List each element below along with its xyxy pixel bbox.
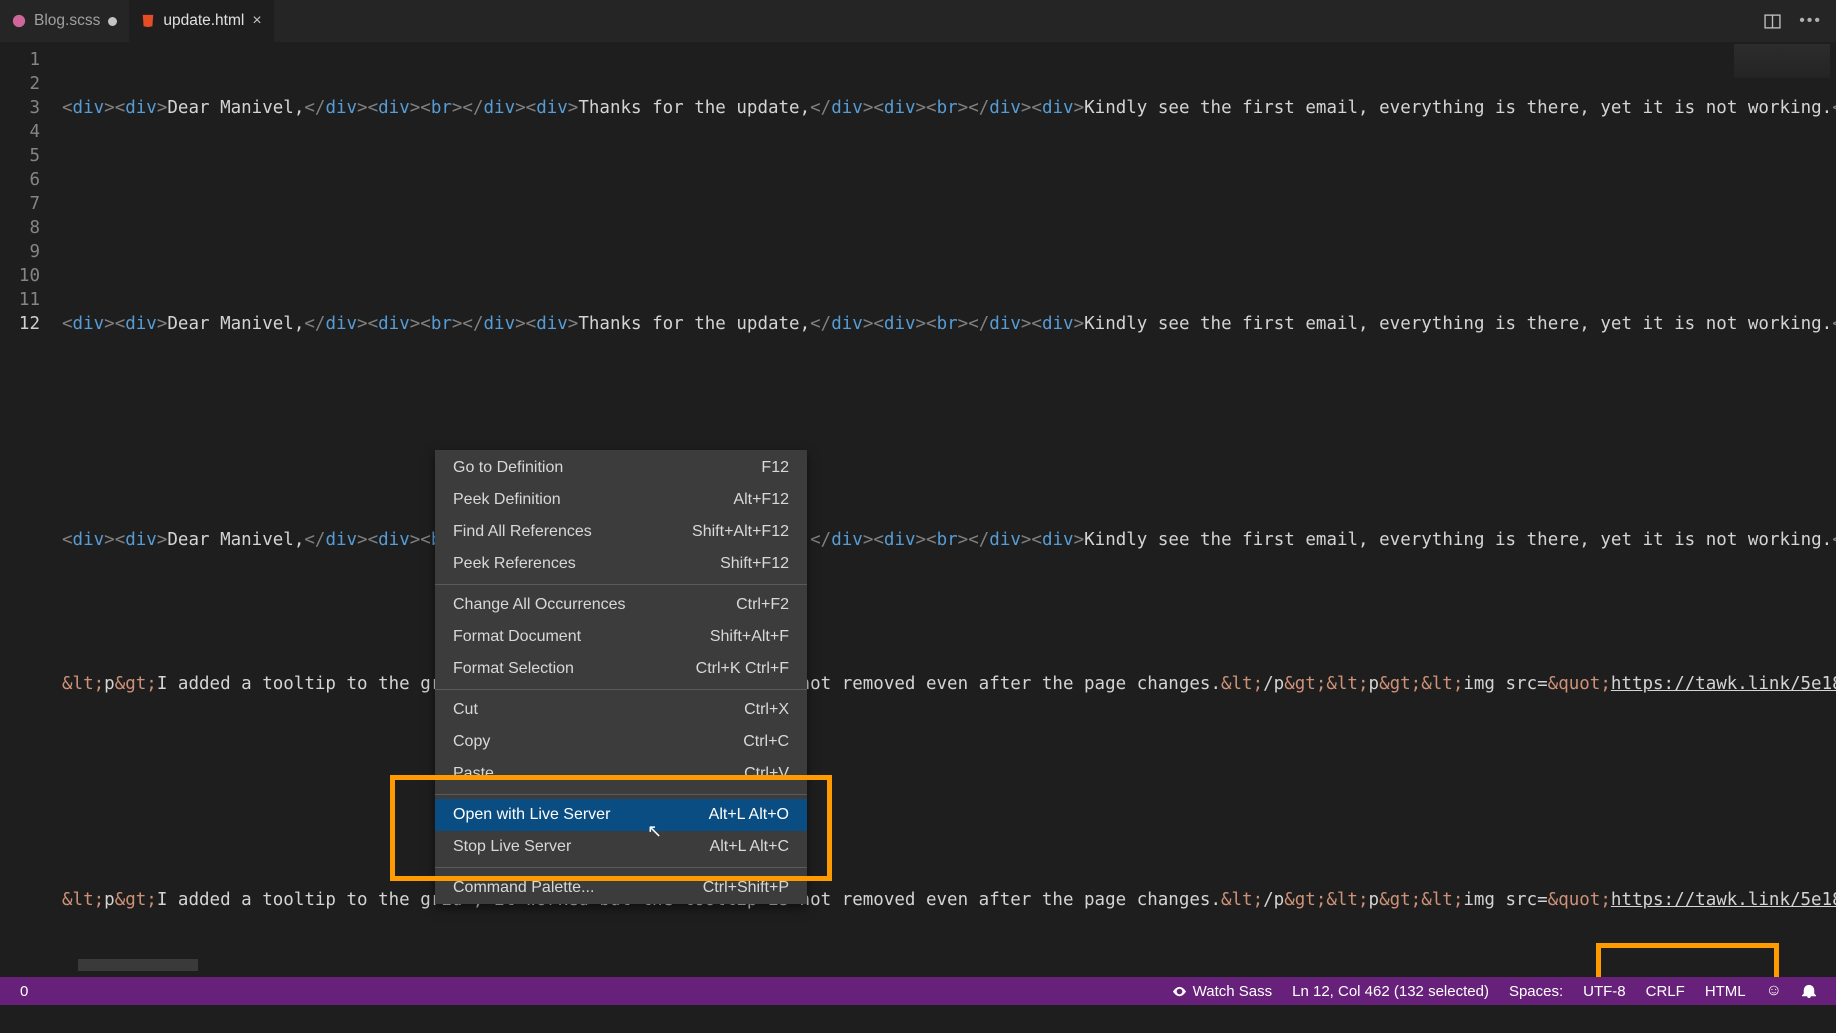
code-line: &lt;p&gt;I added a tooltip to the grid ,…: [62, 888, 1836, 912]
context-menu-item[interactable]: Go to Definition F12: [435, 452, 807, 484]
context-menu-separator: [435, 794, 807, 795]
context-menu-label: Paste: [453, 765, 494, 783]
context-menu-item[interactable]: Peek Definition Alt+F12: [435, 484, 807, 516]
horizontal-scrollbar[interactable]: [78, 959, 198, 971]
more-actions-icon[interactable]: •••: [1799, 12, 1822, 30]
code-editor[interactable]: 123456 789101112 <div><div>Dear Manivel,…: [0, 42, 1836, 1033]
status-eol[interactable]: CRLF: [1636, 983, 1695, 1000]
context-menu-label: Peek Definition: [453, 491, 561, 509]
context-menu-item[interactable]: Open with Live Server Alt+L Alt+O: [435, 799, 807, 831]
code-line: [62, 168, 1836, 192]
editor-actions: •••: [1764, 0, 1836, 42]
status-problems[interactable]: 0: [10, 977, 38, 1005]
status-bar: 0 Watch Sass Ln 12, Col 462 (132 selecte…: [0, 977, 1836, 1005]
context-menu-separator: [435, 689, 807, 690]
code-line: <div><div>Dear Manivel,</div><div><br></…: [62, 312, 1836, 336]
minimap[interactable]: [1734, 44, 1830, 78]
context-menu-shortcut: Alt+L Alt+O: [709, 806, 789, 824]
context-menu-shortcut: Alt+L Alt+C: [710, 838, 789, 856]
status-encoding[interactable]: UTF-8: [1573, 983, 1636, 1000]
context-menu-shortcut: Alt+F12: [733, 491, 789, 509]
code-area[interactable]: <div><div>Dear Manivel,</div><div><br></…: [62, 42, 1836, 1033]
context-menu-shortcut: Shift+Alt+F12: [692, 523, 789, 541]
context-menu-label: Copy: [453, 733, 490, 751]
context-menu-label: Open with Live Server: [453, 806, 610, 824]
status-indentation[interactable]: Spaces:: [1499, 983, 1573, 1000]
context-menu-label: Change All Occurrences: [453, 596, 626, 614]
code-line: &lt;p&gt;I added a tooltip to the grid ,…: [62, 672, 1836, 696]
context-menu-shortcut: Ctrl+V: [744, 765, 789, 783]
context-menu-item[interactable]: Find All References Shift+Alt+F12: [435, 516, 807, 548]
html-file-icon: [141, 14, 155, 28]
sass-file-icon: [12, 14, 26, 28]
context-menu-label: Format Selection: [453, 660, 574, 678]
context-menu-item[interactable]: Peek References Shift+F12: [435, 548, 807, 580]
status-watch-sass[interactable]: Watch Sass: [1162, 983, 1282, 1000]
status-language-mode[interactable]: HTML: [1695, 983, 1756, 1000]
tab-bar: Blog.scss update.html × •••: [0, 0, 1836, 42]
context-menu-shortcut: Shift+Alt+F: [710, 628, 789, 646]
context-menu-separator: [435, 867, 807, 868]
code-line: [62, 816, 1836, 840]
context-menu-label: Find All References: [453, 523, 592, 541]
tab-blog-scss[interactable]: Blog.scss: [0, 0, 129, 42]
context-menu-item[interactable]: Stop Live Server Alt+L Alt+C: [435, 831, 807, 863]
tab-update-html[interactable]: update.html ×: [129, 0, 273, 42]
context-menu-item[interactable]: Copy Ctrl+C: [435, 726, 807, 758]
context-menu-item[interactable]: Change All Occurrences Ctrl+F2: [435, 589, 807, 621]
code-line: [62, 744, 1836, 768]
context-menu-label: Command Palette...: [453, 879, 594, 897]
close-icon[interactable]: ×: [252, 12, 261, 30]
context-menu-item[interactable]: Format Selection Ctrl+K Ctrl+F: [435, 653, 807, 685]
code-line: [62, 384, 1836, 408]
context-menu-item[interactable]: Paste Ctrl+V: [435, 758, 807, 790]
context-menu-shortcut: Ctrl+F2: [736, 596, 789, 614]
context-menu-item[interactable]: Cut Ctrl+X: [435, 694, 807, 726]
context-menu-label: Cut: [453, 701, 478, 719]
context-menu-label: Go to Definition: [453, 459, 563, 477]
context-menu-shortcut: Ctrl+C: [743, 733, 789, 751]
status-cursor-position[interactable]: Ln 12, Col 462 (132 selected): [1282, 983, 1499, 1000]
context-menu: Go to Definition F12 Peek Definition Alt+F1…: [435, 450, 807, 904]
code-line: [62, 600, 1836, 624]
context-menu-shortcut: Ctrl+Shift+P: [703, 879, 789, 897]
context-menu-shortcut: Ctrl+X: [744, 701, 789, 719]
context-menu-separator: [435, 584, 807, 585]
tab-label: update.html: [163, 12, 244, 30]
tab-label: Blog.scss: [34, 12, 100, 30]
notifications-bell-icon[interactable]: [1792, 984, 1826, 998]
feedback-smiley-icon[interactable]: ☺: [1756, 982, 1792, 1000]
context-menu-shortcut: Ctrl+K Ctrl+F: [696, 660, 789, 678]
context-menu-item[interactable]: Format Document Shift+Alt+F: [435, 621, 807, 653]
split-editor-icon[interactable]: [1764, 13, 1781, 30]
context-menu-shortcut: F12: [761, 459, 789, 477]
unsaved-dot-icon: [108, 17, 117, 26]
eye-icon: [1172, 984, 1187, 999]
code-line: [62, 240, 1836, 264]
code-line: <div><div>Dear Manivel,</div><div><br></…: [62, 528, 1836, 552]
code-line: [62, 456, 1836, 480]
context-menu-item[interactable]: Command Palette... Ctrl+Shift+P: [435, 872, 807, 904]
context-menu-label: Format Document: [453, 628, 581, 646]
context-menu-label: Stop Live Server: [453, 838, 571, 856]
context-menu-shortcut: Shift+F12: [720, 555, 789, 573]
line-gutter: 123456 789101112: [0, 42, 62, 1033]
context-menu-label: Peek References: [453, 555, 576, 573]
code-line: <div><div>Dear Manivel,</div><div><br></…: [62, 96, 1836, 120]
